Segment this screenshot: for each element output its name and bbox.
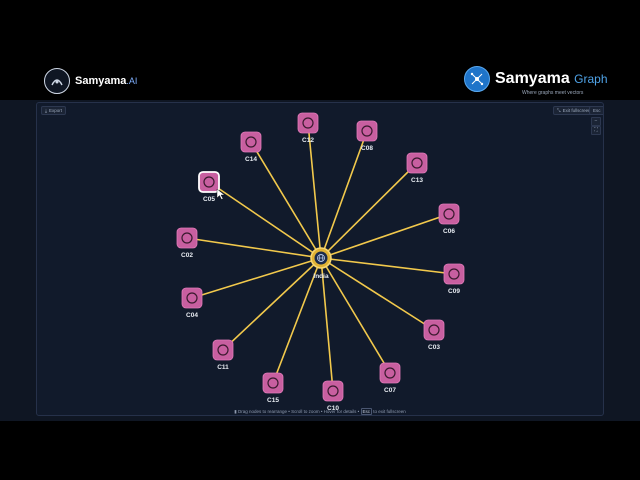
node-label: C12 (302, 137, 314, 144)
center-node-label: India (313, 273, 329, 280)
mouse-icon: ▮ (234, 409, 237, 414)
edge-c02 (186, 237, 322, 259)
edge-c05 (208, 181, 322, 259)
node-label: C02 (181, 252, 193, 259)
graph-canvas[interactable]: C12 C08 C14 C13 C05 C06 C02 C09 C04 C03 C11 C07 C15 C… (37, 103, 604, 416)
collapse-icon: ⤡ (557, 108, 561, 113)
center-node-india[interactable]: India (310, 247, 332, 280)
node-label: C11 (217, 364, 229, 371)
node-c02[interactable]: C02 (176, 227, 198, 259)
brand-name: Samyama Graph (495, 70, 608, 87)
export-button[interactable]: ⤓ Export (41, 106, 67, 115)
node-c10[interactable]: C10 (322, 380, 344, 412)
node-c14[interactable]: C14 (240, 131, 262, 163)
app-window: Samyama.AI Samyama Graph Where graphs me… (0, 0, 640, 480)
node-label: C05 (203, 196, 215, 203)
samyama-graph-logo-icon (464, 66, 490, 92)
node-c12[interactable]: C12 (297, 112, 319, 144)
edge-c11 (222, 257, 322, 351)
zoom-out-button[interactable]: − (591, 117, 601, 126)
node-c07[interactable]: C07 (379, 362, 401, 394)
node-label: C09 (448, 288, 460, 295)
status-hint: ▮ Drag nodes to rearrange • Scroll to zo… (234, 408, 406, 415)
node-c11[interactable]: C11 (212, 339, 234, 371)
node-c06[interactable]: C06 (438, 203, 460, 235)
edge-c14 (250, 141, 322, 259)
node-label: C03 (428, 344, 440, 351)
brand-name: Samyama.AI (75, 75, 138, 87)
download-icon: ⤓ (45, 108, 47, 113)
node-c13[interactable]: C13 (406, 152, 428, 184)
brand-tagline: Where graphs meet vectors (522, 90, 584, 96)
node-label: C06 (443, 228, 455, 235)
edge-c06 (320, 213, 450, 259)
node-label: C13 (411, 177, 423, 184)
samyama-ai-logo-icon (44, 68, 70, 94)
node-c15[interactable]: C15 (262, 372, 284, 404)
node-c09[interactable]: C09 (443, 263, 465, 295)
node-c05[interactable]: C05 (198, 171, 220, 203)
node-c03[interactable]: C03 (423, 319, 445, 351)
edge-c07 (320, 257, 391, 374)
node-c08[interactable]: C08 (356, 120, 378, 152)
node-label: C04 (186, 312, 198, 319)
samyama-graph-brand: Samyama Graph Where graphs meet vectors (464, 66, 608, 96)
graph-panel: C12 C08 C14 C13 C05 C06 C02 C09 C04 C03 C11 C07 C15 C… (36, 102, 604, 416)
edge-c04 (191, 257, 322, 299)
esc-key-badge: Esc (589, 106, 603, 115)
node-label: C08 (361, 145, 373, 152)
app-frame: C12 C08 C14 C13 C05 C06 C02 C09 C04 C03 C11 C07 C15 C… (0, 100, 640, 421)
node-label: C07 (384, 387, 396, 394)
node-label: C15 (267, 397, 279, 404)
node-label: C14 (245, 156, 257, 163)
fit-view-button[interactable]: ⛶ (591, 126, 601, 135)
samyama-ai-brand: Samyama.AI (44, 68, 137, 94)
edge-c13 (320, 162, 418, 259)
node-c04[interactable]: C04 (181, 287, 203, 319)
